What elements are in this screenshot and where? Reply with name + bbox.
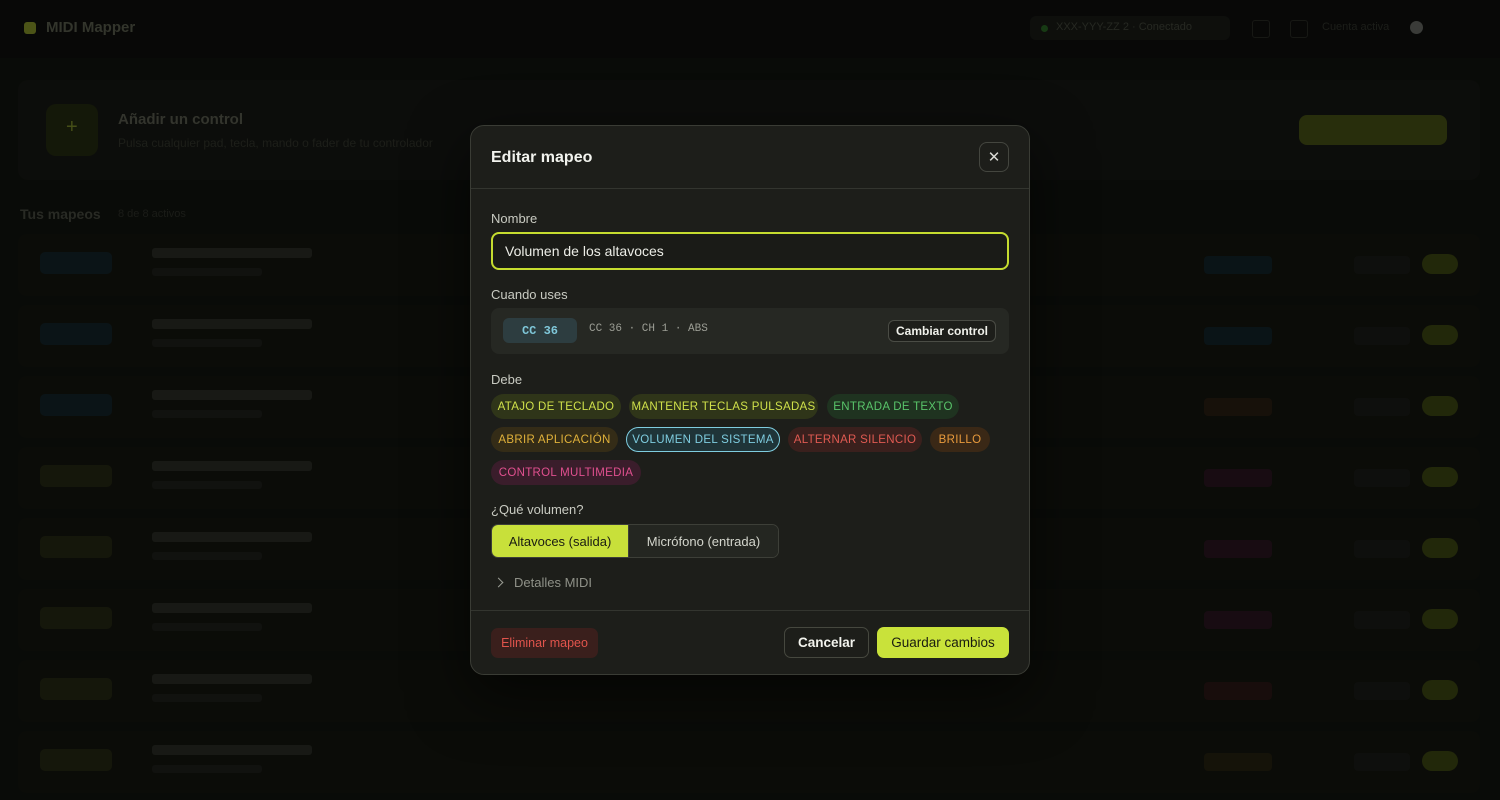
delete-mapping-button[interactable]: Eliminar mapeo (491, 628, 598, 658)
must-label: Debe (491, 372, 523, 387)
dialog-title: Editar mapeo (491, 149, 593, 166)
action-chip-media-control[interactable]: CONTROL MULTIMEDIA (491, 460, 641, 485)
name-input[interactable] (491, 232, 1009, 270)
midi-details-toggle[interactable]: Detalles MIDI (493, 575, 592, 590)
cancel-button[interactable]: Cancelar (784, 627, 869, 658)
close-icon: ✕ (987, 149, 1001, 166)
action-chip-text-input[interactable]: ENTRADA DE TEXTO (827, 394, 959, 419)
close-button[interactable]: ✕ (979, 142, 1009, 172)
action-chip-hold-keys[interactable]: MANTENER TECLAS PULSADAS (629, 394, 818, 419)
change-control-button[interactable]: Cambiar control (888, 320, 996, 342)
action-chip-brightness[interactable]: BRILLO (930, 427, 990, 452)
action-chip-toggle-mute[interactable]: ALTERNAR SILENCIO (788, 427, 922, 452)
control-box: CC 36 CC 36 · CH 1 · ABS Cambiar control (491, 308, 1009, 354)
name-label: Nombre (491, 211, 538, 226)
footer-divider (471, 610, 1029, 611)
action-chip-keyboard-shortcut[interactable]: ATAJO DE TECLADO (491, 394, 621, 419)
volume-option-input[interactable]: Micrófono (entrada) (628, 525, 778, 557)
volume-segmented-control: Altavoces (salida) Micrófono (entrada) (491, 524, 779, 558)
action-chip-open-app[interactable]: ABRIR APLICACIÓN (491, 427, 618, 452)
header-divider (471, 188, 1029, 189)
control-pill: CC 36 (503, 318, 577, 343)
volume-option-output[interactable]: Altavoces (salida) (492, 525, 628, 557)
chevron-right-icon (493, 577, 504, 588)
edit-mapping-dialog: Editar mapeo ✕ Nombre Cuando uses CC 36 … (470, 125, 1030, 675)
volume-label: ¿Qué volumen? (491, 502, 584, 517)
midi-details-label: Detalles MIDI (514, 575, 593, 590)
control-detail: CC 36 · CH 1 · ABS (589, 323, 708, 335)
save-button[interactable]: Guardar cambios (877, 627, 1009, 658)
action-chip-system-volume[interactable]: VOLUMEN DEL SISTEMA (626, 427, 780, 452)
when-label: Cuando uses (491, 287, 568, 302)
